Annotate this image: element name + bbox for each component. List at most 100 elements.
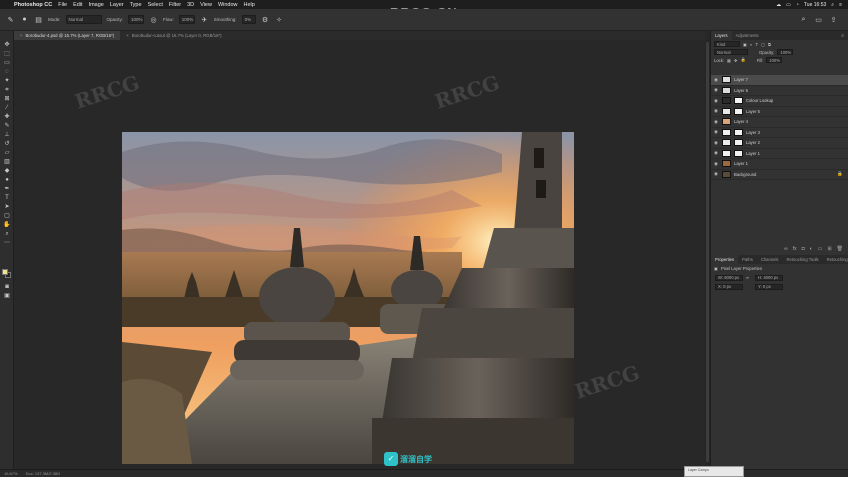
link-icon[interactable]: ∞ bbox=[784, 246, 788, 252]
path-select-tool-icon[interactable]: ➤ bbox=[2, 203, 12, 211]
menu-view[interactable]: View bbox=[200, 2, 212, 8]
screen-mode-icon[interactable]: ▣ bbox=[2, 292, 12, 300]
layer-row[interactable]: ◉ Layer 2 bbox=[711, 138, 848, 149]
hand-tool-icon[interactable]: ✋ bbox=[2, 221, 12, 229]
tab-channels[interactable]: Channels bbox=[757, 255, 783, 264]
filter-type-icon[interactable]: T bbox=[756, 42, 759, 47]
visibility-eye-icon[interactable]: ◉ bbox=[714, 119, 719, 125]
airbrush-icon[interactable]: ✈ bbox=[200, 15, 209, 24]
layer-row[interactable]: ◉ Layer 4 bbox=[711, 117, 848, 128]
tab-properties[interactable]: Properties bbox=[711, 255, 739, 264]
more-tools-icon[interactable]: ⋯ bbox=[2, 239, 12, 247]
layer-thumbnail[interactable] bbox=[722, 139, 731, 147]
type-tool-icon[interactable]: T bbox=[2, 194, 12, 202]
layer-mask-thumbnail[interactable] bbox=[734, 128, 743, 136]
zoom-level[interactable]: 16.67% bbox=[4, 471, 18, 476]
brush-preset-icon[interactable]: ● bbox=[20, 15, 29, 24]
layer-thumbnail[interactable] bbox=[722, 149, 731, 157]
menu-file[interactable]: File bbox=[58, 2, 67, 8]
layer-thumbnail[interactable] bbox=[722, 128, 731, 136]
height-field[interactable]: H: 4000 px bbox=[755, 274, 783, 281]
layer-name[interactable]: Layer 6 bbox=[734, 88, 748, 93]
shape-tool-icon[interactable]: ▢ bbox=[2, 212, 12, 220]
layer-row[interactable]: ◉ Background 🔒 bbox=[711, 170, 848, 180]
layer-name[interactable]: Background bbox=[734, 172, 756, 177]
visibility-eye-icon[interactable]: ◉ bbox=[714, 87, 719, 93]
menu-filter[interactable]: Filter bbox=[169, 2, 181, 8]
menu-3d[interactable]: 3D bbox=[187, 2, 194, 8]
layer-thumbnail[interactable] bbox=[722, 76, 731, 84]
crop-tool-icon[interactable]: ⌗ bbox=[2, 86, 12, 94]
eyedropper-tool-icon[interactable]: ⁄ bbox=[2, 104, 12, 112]
visibility-eye-icon[interactable]: ◉ bbox=[714, 161, 719, 167]
layer-name[interactable]: Layer 1 bbox=[746, 151, 760, 156]
adjustment-icon[interactable]: ◐ bbox=[810, 246, 813, 252]
menu-type[interactable]: Type bbox=[130, 2, 142, 8]
smoothing-field[interactable]: 0% bbox=[241, 15, 256, 24]
close-icon[interactable]: × bbox=[20, 33, 23, 38]
smoothing-settings-icon[interactable]: ⚙ bbox=[261, 15, 270, 24]
close-icon[interactable]: × bbox=[126, 33, 129, 38]
filter-shape-icon[interactable]: ▢ bbox=[761, 42, 765, 47]
battery-icon[interactable]: ▭ bbox=[786, 2, 791, 8]
fill-field[interactable]: 100% bbox=[766, 57, 783, 63]
lock-position-icon[interactable]: ✥ bbox=[734, 58, 738, 63]
layer-name[interactable]: Layer 3 bbox=[746, 130, 760, 135]
menu-select[interactable]: Select bbox=[148, 2, 163, 8]
layer-row[interactable]: ◉ Colour Lookup bbox=[711, 96, 848, 107]
canvas-area[interactable]: RRCG RRCG RRCG RRCG bbox=[14, 40, 705, 469]
lock-icon[interactable]: 🔒 bbox=[837, 171, 843, 177]
foreground-color-swatch[interactable] bbox=[2, 269, 8, 275]
x-field[interactable]: X: 0 px bbox=[715, 283, 743, 290]
layer-mask-thumbnail[interactable] bbox=[734, 149, 743, 157]
layer-row[interactable]: ◉ Layer 1 bbox=[711, 149, 848, 159]
visibility-eye-icon[interactable]: ◉ bbox=[714, 129, 719, 135]
filter-pixel-icon[interactable]: ▣ bbox=[743, 42, 747, 47]
visibility-eye-icon[interactable]: ◉ bbox=[714, 171, 719, 177]
tab-borobudur-cutout[interactable]: × Borobudur-cutout @ 16.7% (Layer 0, RGB… bbox=[120, 31, 227, 40]
share-icon[interactable]: ⇪ bbox=[829, 15, 838, 24]
visibility-eye-icon[interactable]: ◉ bbox=[714, 108, 719, 114]
pressure-opacity-icon[interactable]: ◎ bbox=[149, 15, 158, 24]
history-brush-tool-icon[interactable]: ↺ bbox=[2, 140, 12, 148]
quick-select-tool-icon[interactable]: ✦ bbox=[2, 77, 12, 85]
layer-mask-thumbnail[interactable] bbox=[734, 97, 743, 105]
brush-settings-icon[interactable]: ▤ bbox=[34, 15, 43, 24]
fx-icon[interactable]: fx bbox=[793, 246, 797, 252]
layer-name[interactable]: Layer 1 bbox=[734, 161, 748, 166]
filter-adjust-icon[interactable]: ◐ bbox=[750, 42, 753, 47]
layer-row[interactable]: ◉ Layer 6 bbox=[711, 86, 848, 96]
app-menu[interactable]: Photoshop CC bbox=[14, 2, 52, 8]
gradient-tool-icon[interactable]: ▥ bbox=[2, 158, 12, 166]
layer-opacity-field[interactable]: 100% bbox=[777, 49, 794, 55]
layer-thumbnail[interactable] bbox=[722, 86, 731, 94]
menu-edit[interactable]: Edit bbox=[73, 2, 82, 8]
lock-all-icon[interactable]: 🔒 bbox=[741, 57, 746, 63]
brush-tool-icon[interactable]: ✎ bbox=[6, 15, 15, 24]
frame-tool-icon[interactable]: ⊠ bbox=[2, 95, 12, 103]
layer-thumbnail[interactable] bbox=[722, 170, 731, 178]
artboard-tool-icon[interactable]: ⬚ bbox=[2, 50, 12, 58]
tab-layers[interactable]: Layers bbox=[711, 31, 732, 40]
layer-thumbnail[interactable] bbox=[722, 97, 731, 105]
clock[interactable]: Tue 16:53 bbox=[804, 2, 826, 8]
filter-smart-icon[interactable]: ⧉ bbox=[768, 42, 771, 47]
menu-image[interactable]: Image bbox=[89, 2, 104, 8]
lock-pixels-icon[interactable]: ▦ bbox=[727, 58, 731, 63]
menu-help[interactable]: Help bbox=[244, 2, 255, 8]
layer-row[interactable]: ◉ Layer 1 bbox=[711, 159, 848, 170]
blur-tool-icon[interactable]: ◆ bbox=[2, 167, 12, 175]
flow-field[interactable]: 100% bbox=[178, 15, 195, 24]
wifi-icon[interactable]: ◔ bbox=[796, 2, 799, 8]
menu-list-icon[interactable]: ≡ bbox=[839, 2, 842, 8]
marquee-tool-icon[interactable]: ▭ bbox=[2, 59, 12, 67]
search-icon[interactable]: ⌕ bbox=[831, 2, 834, 8]
symmetry-icon[interactable]: ✧ bbox=[275, 15, 284, 24]
layer-thumbnail[interactable] bbox=[722, 118, 731, 126]
layer-mask-thumbnail[interactable] bbox=[734, 139, 743, 147]
tab-borobudur-4[interactable]: × Borobudur-4.psd @ 16.7% (Layer 7, RGB/… bbox=[14, 31, 121, 40]
panel-menu-icon[interactable]: ≡ bbox=[842, 33, 848, 38]
trash-icon[interactable]: 🗑 bbox=[837, 246, 843, 252]
document-canvas[interactable] bbox=[122, 132, 574, 464]
layer-name[interactable]: Layer 2 bbox=[746, 140, 760, 145]
